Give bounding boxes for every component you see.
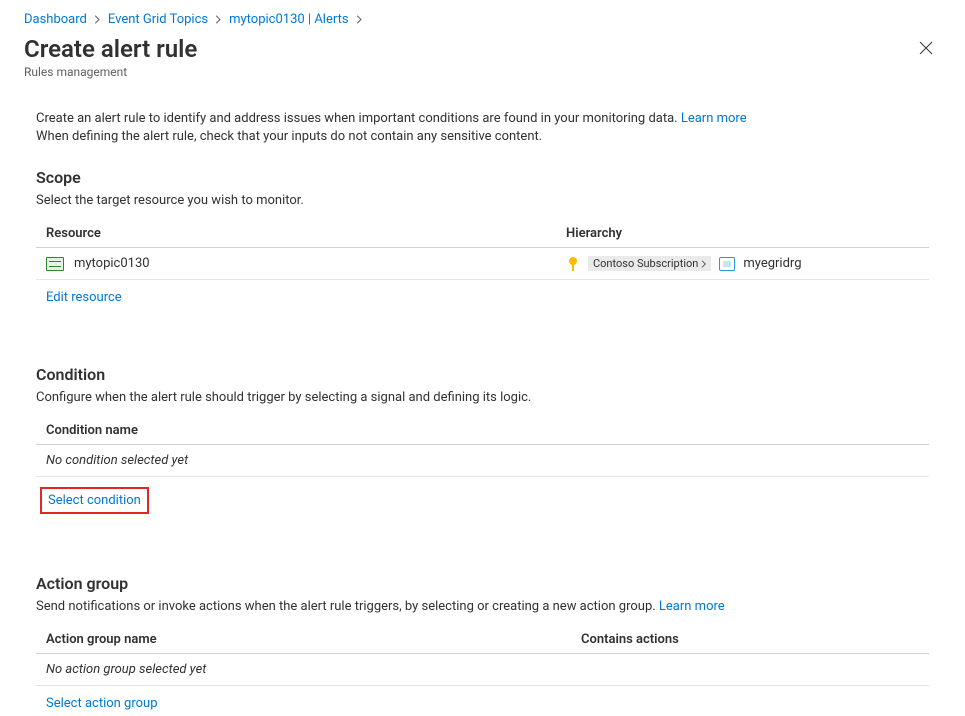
scope-table-header: Resource Hierarchy xyxy=(36,220,929,248)
breadcrumb-topics[interactable]: Event Grid Topics xyxy=(108,12,208,27)
key-icon xyxy=(566,257,580,271)
actiongroup-table-header: Action group name Contains actions xyxy=(36,626,929,654)
actiongroup-desc-text: Send notifications or invoke actions whe… xyxy=(36,599,659,614)
content-scroll-area[interactable]: Create an alert rule to identify and add… xyxy=(0,88,965,716)
subscription-pill[interactable]: Contoso Subscription xyxy=(588,256,711,271)
select-condition-link[interactable]: Select condition xyxy=(48,493,141,508)
actiongroup-learn-more-link[interactable]: Learn more xyxy=(659,599,725,614)
actiongroup-heading: Action group xyxy=(36,574,929,593)
scope-heading: Scope xyxy=(36,168,929,187)
chevron-right-icon xyxy=(214,15,223,24)
breadcrumb-alerts[interactable]: mytopic0130 | Alerts xyxy=(229,12,348,27)
chevron-right-icon xyxy=(700,260,708,268)
intro-line1: Create an alert rule to identify and add… xyxy=(36,111,681,126)
intro-text: Create an alert rule to identify and add… xyxy=(36,110,929,146)
condition-table: Condition name No condition selected yet xyxy=(36,417,929,477)
condition-heading: Condition xyxy=(36,365,929,384)
page-subtitle: Rules management xyxy=(0,65,965,89)
actiongroup-table-row: No action group selected yet xyxy=(36,654,929,686)
resource-group-name: myegridrg xyxy=(743,256,801,271)
select-actiongroup-link[interactable]: Select action group xyxy=(46,696,158,711)
breadcrumb: Dashboard Event Grid Topics mytopic0130 … xyxy=(0,0,965,29)
page-title: Create alert rule xyxy=(24,35,197,63)
close-button[interactable] xyxy=(911,33,941,63)
subscription-name: Contoso Subscription xyxy=(593,257,698,270)
chevron-right-icon xyxy=(93,15,102,24)
scope-table: Resource Hierarchy mytopic0130 Contoso S… xyxy=(36,220,929,280)
close-icon xyxy=(919,41,933,55)
resource-name: mytopic0130 xyxy=(74,256,150,271)
actiongroup-placeholder: No action group selected yet xyxy=(46,662,581,677)
edit-resource-link[interactable]: Edit resource xyxy=(46,290,122,305)
condition-desc: Configure when the alert rule should tri… xyxy=(36,390,929,405)
scope-desc: Select the target resource you wish to m… xyxy=(36,193,929,208)
condition-table-row: No condition selected yet xyxy=(36,445,929,477)
select-condition-highlight: Select condition xyxy=(40,487,149,514)
intro-learn-more-link[interactable]: Learn more xyxy=(681,111,747,126)
breadcrumb-dashboard[interactable]: Dashboard xyxy=(24,12,87,27)
chevron-right-icon xyxy=(355,15,364,24)
resource-group-icon xyxy=(719,257,735,271)
scope-table-row: mytopic0130 Contoso Subscription myegrid… xyxy=(36,248,929,280)
actiongroup-desc: Send notifications or invoke actions whe… xyxy=(36,599,929,614)
intro-line2: When defining the alert rule, check that… xyxy=(36,129,542,144)
col-header-actiongroup-name: Action group name xyxy=(46,632,581,647)
col-header-resource: Resource xyxy=(46,226,566,241)
actiongroup-table: Action group name Contains actions No ac… xyxy=(36,626,929,686)
col-header-contains-actions: Contains actions xyxy=(581,632,919,647)
topic-icon xyxy=(46,257,64,271)
condition-table-header: Condition name xyxy=(36,417,929,445)
col-header-hierarchy: Hierarchy xyxy=(566,226,919,241)
col-header-condition-name: Condition name xyxy=(46,423,919,438)
condition-placeholder: No condition selected yet xyxy=(46,453,919,468)
